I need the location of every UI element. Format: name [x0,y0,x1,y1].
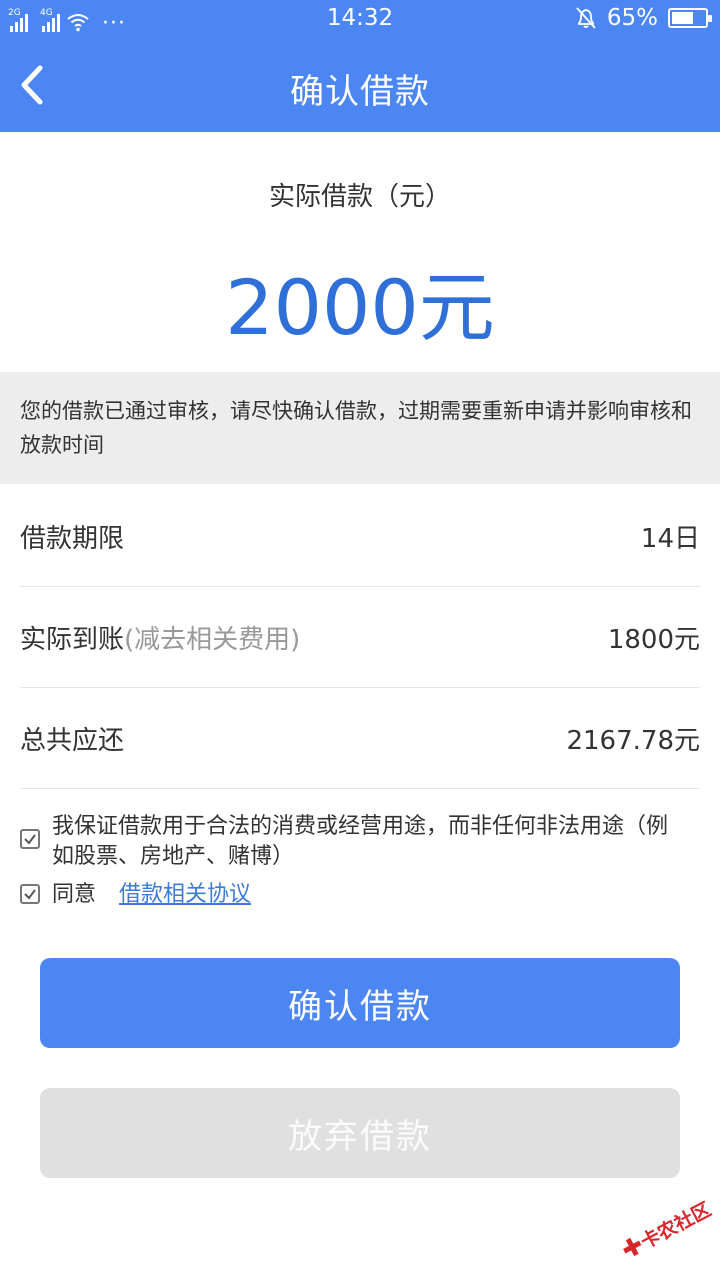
agree-checkbox[interactable] [20,884,40,904]
bell-muted-icon [576,7,596,29]
agree-text: 同意 [52,882,97,907]
detail-value: 14日 [640,523,700,554]
detail-value: 1800元 [607,624,700,655]
header: 2G 4G ··· 14:32 65% 确认借款 [0,0,720,132]
watermark-text: 卡农社区 [637,1198,715,1254]
check-icon [24,834,36,845]
detail-row-received: 实际到账(减去相关费用) 1800元 [20,587,700,688]
watermark: 卡农社区 [607,1173,720,1280]
detail-label: 实际到账(减去相关费用) [20,624,301,655]
detail-label: 总共应还 [20,725,125,756]
agreement-link[interactable]: 借款相关协议 [119,882,251,907]
nav-bar: 确认借款 [0,38,720,132]
page-title: 确认借款 [290,72,430,112]
approval-notice: 您的借款已通过审核，请尽快确认借款，过期需要重新申请并影响审核和放款时间 [0,372,720,484]
amount-label: 实际借款（元） [268,182,451,212]
amount-value: 2000元 [225,263,495,352]
agree-line: 同意 借款相关协议 [52,880,251,910]
detail-note: (减去相关费用) [124,624,301,655]
detail-label: 借款期限 [20,523,125,554]
status-right: 65% [575,5,712,31]
battery-percent: 65% [606,5,658,31]
confirm-loan-button[interactable]: 确认借款 [40,958,680,1048]
check-icon [24,889,36,900]
guarantee-text: 我保证借款用于合法的消费或经营用途，而非任何非法用途（例如股票、房地产、赌博） [52,814,669,869]
status-bar: 2G 4G ··· 14:32 65% [0,0,720,38]
give-up-loan-button[interactable]: 放弃借款 [40,1088,680,1178]
detail-row-total-repay: 总共应还 2167.78元 [20,688,700,789]
guarantee-checkbox[interactable] [20,829,40,849]
detail-row-term: 借款期限 14日 [20,486,700,587]
battery-icon [668,8,712,28]
battery-fill [672,12,693,24]
detail-value: 2167.78元 [566,725,700,756]
